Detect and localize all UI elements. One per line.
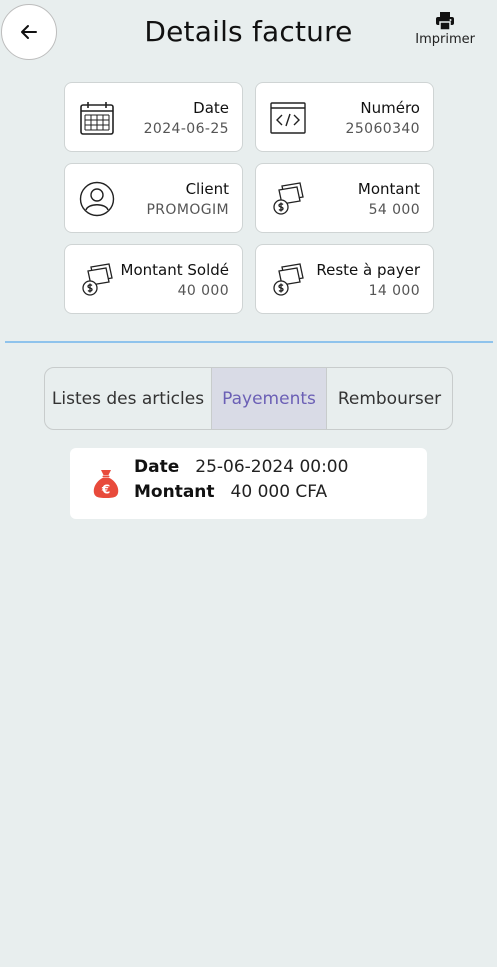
svg-text:€: €: [101, 483, 110, 497]
printer-icon: [436, 12, 455, 30]
amount-card-label: Montant: [357, 180, 420, 198]
calendar-icon: [80, 102, 114, 135]
tab-refund[interactable]: Rembourser: [327, 368, 452, 429]
money-icon: [273, 263, 304, 296]
remaining-amount-card-value: 14 000: [368, 283, 420, 299]
payment-date-row: Date 25-06-2024 00:00: [134, 457, 348, 477]
client-card-value: PROMOGIM: [146, 202, 229, 218]
number-card: Numéro 25060340: [255, 82, 434, 152]
date-card: Date 2024-06-25: [64, 82, 243, 152]
print-button[interactable]: Imprimer: [415, 12, 475, 47]
paid-amount-card: Montant Soldé 40 000: [64, 244, 243, 314]
paid-amount-card-value: 40 000: [177, 283, 229, 299]
payment-list-item[interactable]: € Date 25-06-2024 00:00 Montant 40 000 C…: [70, 448, 427, 519]
paid-amount-card-label: Montant Soldé: [120, 261, 229, 279]
remaining-amount-card: Reste à payer 14 000: [255, 244, 434, 314]
divider: [5, 341, 493, 343]
amount-card-value: 54 000: [368, 202, 420, 218]
payment-amount-value: 40 000 CFA: [230, 482, 328, 502]
number-card-label: Numéro: [360, 99, 420, 117]
tab-bar: Listes des articles Payements Rembourser: [44, 367, 453, 430]
payment-date-value: 25-06-2024 00:00: [195, 457, 349, 477]
print-label: Imprimer: [415, 32, 475, 47]
remaining-amount-card-label: Reste à payer: [316, 261, 420, 279]
payment-amount-row: Montant 40 000 CFA: [134, 482, 327, 502]
payment-amount-label: Montant: [134, 482, 215, 502]
amount-card: Montant 54 000: [255, 163, 434, 233]
payment-date-label: Date: [134, 457, 180, 477]
money-icon: [82, 263, 113, 296]
tab-payments[interactable]: Payements: [212, 368, 327, 429]
user-icon: [79, 181, 115, 217]
money-icon: [273, 182, 304, 215]
invoice-summary-cards: Date 2024-06-25 Numéro 25060340 Client P…: [64, 82, 434, 314]
number-card-value: 25060340: [345, 121, 420, 137]
client-card: Client PROMOGIM: [64, 163, 243, 233]
date-card-value: 2024-06-25: [143, 121, 229, 137]
date-card-label: Date: [193, 99, 229, 117]
code-icon: [270, 102, 306, 134]
money-bag-euro-icon: €: [93, 470, 119, 498]
tab-articles[interactable]: Listes des articles: [45, 368, 212, 429]
client-card-label: Client: [185, 180, 229, 198]
